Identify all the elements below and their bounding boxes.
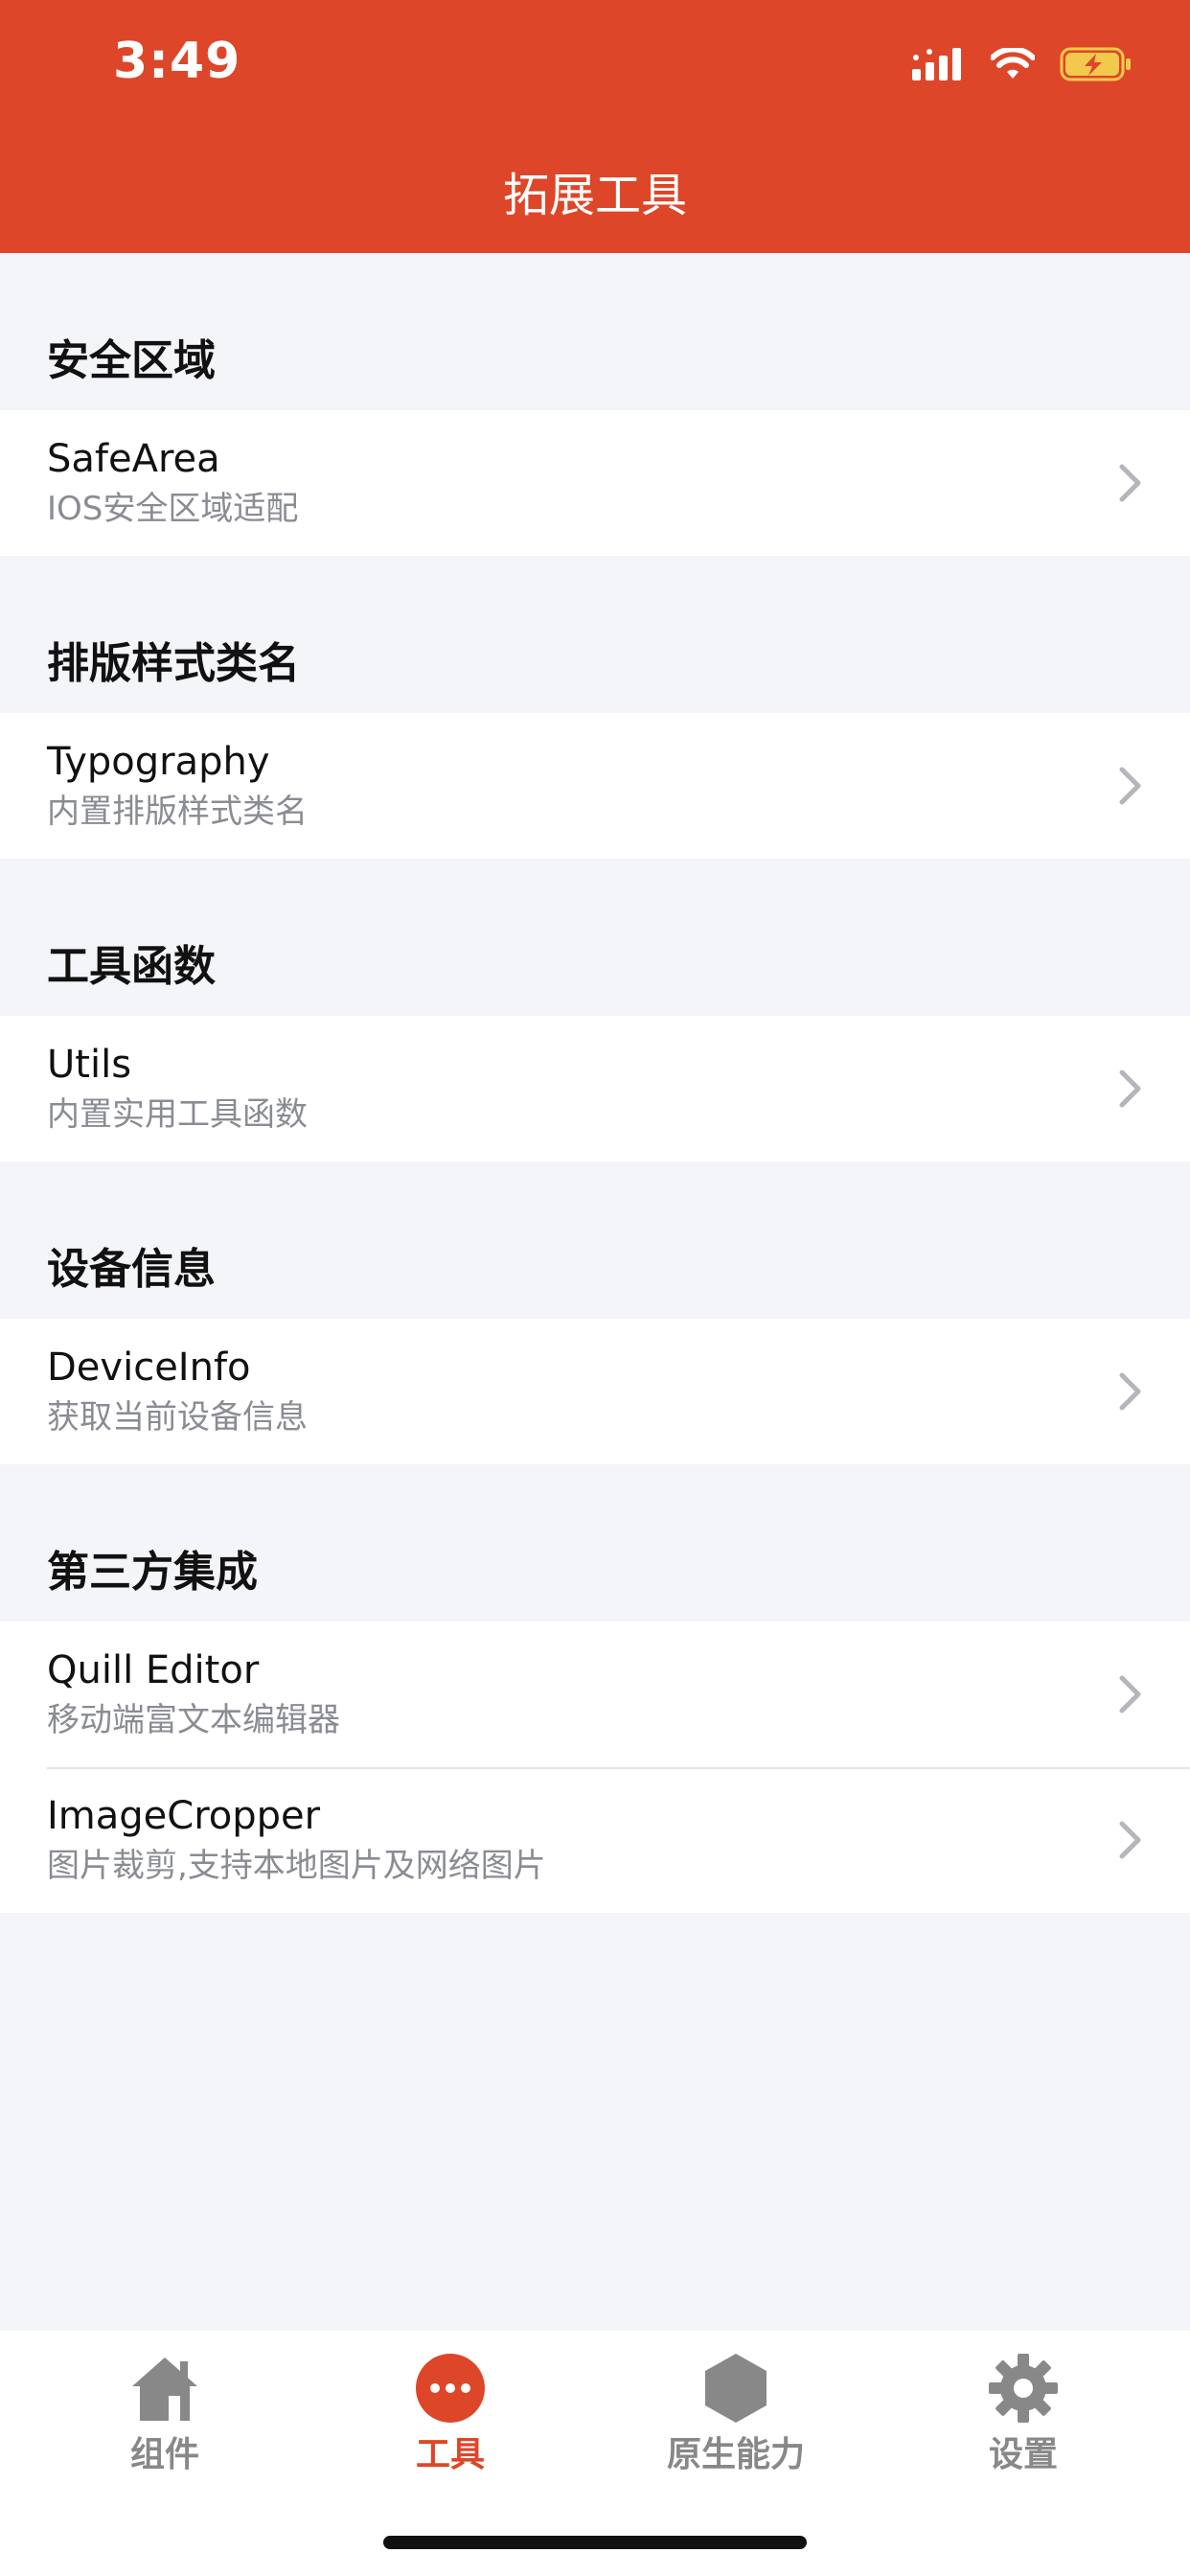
item-title: Typography [47,740,270,784]
status-icons [912,40,1133,88]
chevron-right-icon [1119,1821,1141,1859]
tab-label: 工具 [415,2435,485,2474]
hexagon-icon [705,2354,767,2423]
tab-native[interactable]: 原生能力 [630,2331,841,2484]
chevron-right-icon [1119,767,1141,805]
top-bar: 3:49 拓展工具 [0,0,1190,253]
item-subtitle: IOS安全区域适配 [47,490,299,528]
section-title-device-info: 设备信息 [47,1245,216,1294]
list-item-safearea[interactable]: SafeArea IOS安全区域适配 [0,410,1190,556]
section-title-safe-area: 安全区域 [47,336,216,385]
item-title: SafeArea [47,437,220,481]
chevron-right-icon [1119,464,1141,502]
list-item-typography[interactable]: Typography 内置排版样式类名 [0,713,1190,859]
tab-tools[interactable]: 工具 [345,2331,556,2484]
item-title: ImageCropper [47,1794,321,1838]
gear-icon [989,2354,1058,2423]
item-title: DeviceInfo [47,1346,251,1390]
list-item-deviceinfo[interactable]: DeviceInfo 获取当前设备信息 [0,1319,1190,1464]
page-title: 拓展工具 [502,169,687,222]
tab-components[interactable]: 组件 [59,2331,270,2484]
item-subtitle: 获取当前设备信息 [47,1398,308,1437]
tab-label: 设置 [988,2435,1058,2474]
signal-icon [912,48,961,80]
list-item-quill-editor[interactable]: Quill Editor 移动端富文本编辑器 [0,1622,1190,1767]
item-title: Utils [47,1043,132,1087]
tab-settings[interactable]: 设置 [918,2331,1129,2484]
section-title-third-party: 第三方集成 [47,1548,258,1597]
wifi-icon [991,48,1035,79]
list-item-utils[interactable]: Utils 内置实用工具函数 [0,1016,1190,1162]
chevron-right-icon [1119,1070,1141,1108]
item-subtitle: 内置实用工具函数 [47,1095,308,1134]
home-icon [132,2358,197,2421]
item-subtitle: 内置排版样式类名 [47,793,308,831]
item-subtitle: 图片裁剪,支持本地图片及网络图片 [47,1847,546,1885]
tab-label: 原生能力 [666,2435,805,2474]
status-time: 3:49 [113,33,241,90]
tool-list: 安全区域 SafeArea IOS安全区域适配 排版样式类名 Typograph… [0,253,1190,1913]
tab-label: 组件 [129,2435,199,2474]
list-item-imagecropper[interactable]: ImageCropper 图片裁剪,支持本地图片及网络图片 [0,1767,1190,1913]
home-indicator [383,2536,807,2549]
item-title: Quill Editor [47,1648,260,1692]
section-title-utils: 工具函数 [47,942,216,991]
item-subtitle: 移动端富文本编辑器 [47,1701,340,1739]
more-icon [416,2354,485,2423]
battery-charging-icon [1060,47,1131,81]
chevron-right-icon [1119,1372,1141,1411]
section-title-typography: 排版样式类名 [47,639,300,688]
chevron-right-icon [1119,1675,1141,1714]
